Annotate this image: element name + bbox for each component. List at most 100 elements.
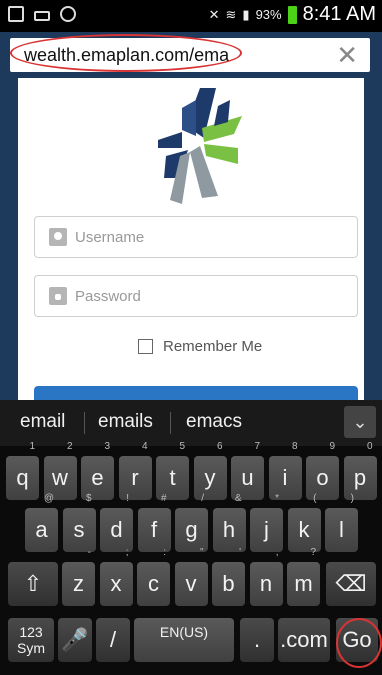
key-secondary-label: $ xyxy=(85,493,92,504)
clock: 8:41 AM xyxy=(302,3,376,25)
key-label: p xyxy=(353,465,367,490)
key-secondary-label: , xyxy=(275,547,279,558)
key-k[interactable]: k( xyxy=(287,494,321,552)
key-i[interactable]: i8 xyxy=(268,442,302,500)
key-l[interactable]: l) xyxy=(325,494,358,552)
key-label: g xyxy=(185,517,198,542)
microphone-key[interactable]: 🎤 xyxy=(58,618,92,662)
key-x[interactable]: x; xyxy=(99,548,133,606)
image-icon xyxy=(8,6,24,22)
username-input[interactable] xyxy=(75,225,345,249)
period-key[interactable]: . xyxy=(240,618,274,662)
remember-label: Remember Me xyxy=(163,338,263,355)
key-secondary-label: 0 xyxy=(366,441,373,452)
suggestion-item[interactable]: emails xyxy=(98,411,153,433)
divider xyxy=(84,412,85,434)
logo xyxy=(158,88,242,204)
divider xyxy=(170,412,171,434)
key-y[interactable]: y6 xyxy=(193,442,227,500)
key-label: e xyxy=(91,465,104,490)
key-q[interactable]: q1 xyxy=(6,442,39,500)
mute-icon: ✕ xyxy=(208,6,220,22)
password-field[interactable] xyxy=(34,275,358,317)
url-field[interactable]: wealth.emaplan.com/ema ✕ xyxy=(10,38,370,72)
battery-percent: 93% xyxy=(255,7,282,22)
key-secondary-label: - xyxy=(87,547,91,558)
key-label: w xyxy=(52,465,68,490)
key-d[interactable]: d! xyxy=(100,494,133,552)
clear-icon[interactable]: ✕ xyxy=(336,40,358,71)
key-r[interactable]: r4 xyxy=(118,442,152,500)
key-label: / xyxy=(109,627,117,652)
key-secondary-label: ( xyxy=(313,493,317,504)
key-label: y xyxy=(204,465,216,490)
username-field[interactable] xyxy=(34,216,358,258)
key-secondary-label: * xyxy=(275,493,279,504)
chevron-down-icon[interactable]: ⌄ xyxy=(344,406,376,438)
shift-key[interactable]: ⇧ xyxy=(8,562,58,606)
key-s[interactable]: s $ xyxy=(62,494,96,552)
sign-in-button[interactable] xyxy=(34,386,358,400)
key-label: k xyxy=(298,517,310,542)
key-m[interactable]: m? xyxy=(287,548,320,606)
key-label: a xyxy=(35,517,48,542)
key-b[interactable]: b ' xyxy=(212,548,245,606)
key-label: m xyxy=(294,571,313,596)
key-label: x xyxy=(110,571,122,596)
keyboard-icon xyxy=(34,10,50,21)
remember-me[interactable]: Remember Me xyxy=(138,338,262,355)
key-label: o xyxy=(316,465,329,490)
key-z[interactable]: z- xyxy=(62,548,95,606)
key-o[interactable]: o9 xyxy=(306,442,339,500)
go-key[interactable]: Go xyxy=(336,618,378,662)
key-a[interactable]: a @ xyxy=(25,494,58,552)
key-p[interactable]: p0 xyxy=(343,442,377,500)
key-label: i xyxy=(282,465,288,490)
key-secondary-label: ; xyxy=(125,547,129,558)
key-j[interactable]: j * xyxy=(250,494,283,552)
url-text[interactable]: wealth.emaplan.com/ema xyxy=(24,45,229,66)
space-key[interactable]: EN(US) xyxy=(134,618,234,662)
backspace-key[interactable]: ⌫ xyxy=(326,562,376,606)
suggestion-item[interactable]: emacs xyxy=(186,411,242,433)
suggestion-item[interactable]: email xyxy=(20,411,65,433)
remember-checkbox[interactable] xyxy=(138,339,153,354)
symbols-key[interactable]: 123 Sym xyxy=(8,618,54,662)
keyboard: q 1 w 2 e 3 r 4 t 5 y 6 u 7 i 8 o 9 p 0 a @ s $ d! f # g / h & j * k(l) ⇧ z… xyxy=(0,442,382,675)
key-secondary-label: 7 xyxy=(254,441,260,452)
key-h[interactable]: h & xyxy=(212,494,246,552)
key-label: n xyxy=(259,571,273,596)
key-secondary-label: 8 xyxy=(291,441,298,452)
key-secondary-label: 9 xyxy=(329,441,335,452)
key-label: f xyxy=(150,517,158,542)
key-label: c xyxy=(148,571,159,596)
key-secondary-label: 6 xyxy=(216,441,223,452)
key-secondary-label: ! xyxy=(126,493,129,504)
key-f[interactable]: f # xyxy=(137,494,171,552)
key-secondary-label: ) xyxy=(350,493,354,504)
key-label: b xyxy=(222,571,235,596)
url-bar: wealth.emaplan.com/ema ✕ xyxy=(0,32,382,78)
password-input[interactable] xyxy=(75,284,345,308)
dotcom-key[interactable]: .com xyxy=(278,618,330,662)
key-label: t xyxy=(169,465,176,490)
key-secondary-label: 2 xyxy=(66,441,73,452)
web-page: Remember Me xyxy=(0,78,382,400)
key-c[interactable]: c: xyxy=(137,548,170,606)
key-secondary-label: & xyxy=(234,493,242,504)
key-label: r xyxy=(131,465,139,490)
key-g[interactable]: g / xyxy=(175,494,208,552)
wifi-icon: ≋ xyxy=(225,6,237,22)
user-icon xyxy=(49,228,67,246)
slash-key[interactable]: / xyxy=(96,618,130,662)
key-n[interactable]: n, xyxy=(249,548,283,606)
lock-icon xyxy=(49,287,67,305)
key-secondary-label: ? xyxy=(310,547,316,558)
login-card: Remember Me xyxy=(18,78,364,400)
key-label: ⌫ xyxy=(335,571,367,596)
key-label: ⇧ xyxy=(23,571,43,596)
key-secondary-label: 1 xyxy=(29,441,35,452)
key-v[interactable]: v " xyxy=(174,548,208,606)
key-label: q xyxy=(16,465,29,490)
key-label: s xyxy=(73,517,85,542)
